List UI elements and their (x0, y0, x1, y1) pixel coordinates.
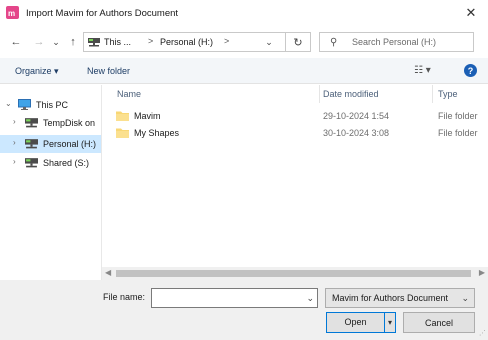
tree-item-label: Personal (H:) (43, 139, 97, 149)
tree-item-shared[interactable]: › Shared (S:) (0, 154, 101, 172)
file-type: File folder (438, 128, 478, 138)
column-divider[interactable] (432, 85, 433, 103)
column-header-type[interactable]: Type (438, 85, 458, 103)
change-view-button[interactable]: ☷ ▾ (414, 65, 431, 76)
search-input[interactable]: Search Personal (H:) (352, 37, 436, 47)
file-name: Mavim (134, 111, 161, 121)
command-bar: Organize ▾ New folder ☷ ▾ ? (0, 58, 488, 84)
scroll-left-arrow-icon[interactable]: ◀ (105, 268, 111, 277)
file-type-value: Mavim for Authors Document (332, 293, 449, 303)
network-drive-icon (88, 38, 100, 47)
tree-item-label: TempDisk on (43, 118, 96, 128)
scrollbar-thumb[interactable] (116, 270, 471, 277)
tree-item-personal[interactable]: › Personal (H:) (0, 135, 101, 153)
network-drive-icon (25, 139, 38, 149)
address-bar[interactable]: This ... > Personal (H:) > ⌄ (83, 32, 311, 52)
file-list: Name Date modified Type Mavim 29-10-2024… (102, 85, 488, 267)
chevron-down-icon[interactable]: ⌄ (306, 293, 314, 304)
dialog-footer: File name: ⌄ Mavim for Authors Document … (0, 280, 488, 340)
file-name-label: File name: (103, 292, 146, 302)
folder-icon (116, 111, 129, 121)
search-box[interactable]: ⚲ Search Personal (H:) (319, 32, 474, 52)
tree-item-label: This PC (36, 100, 69, 110)
organize-button[interactable]: Organize ▾ (15, 66, 59, 77)
computer-icon (18, 99, 31, 110)
close-button[interactable]: ✕ (458, 3, 484, 23)
search-icon: ⚲ (330, 37, 338, 48)
tree-item-this-pc[interactable]: ⌄ This PC (0, 96, 101, 114)
refresh-button[interactable]: ↻ (285, 32, 311, 52)
resize-grip-icon[interactable]: ⋰ (479, 329, 486, 337)
open-options-dropdown[interactable]: ▾ (385, 313, 395, 332)
file-row[interactable]: My Shapes 30-10-2024 3:08 File folder (102, 125, 488, 141)
breadcrumb-personal[interactable]: Personal (H:) (160, 37, 213, 47)
column-divider[interactable] (319, 85, 320, 103)
column-header-name[interactable]: Name (117, 85, 141, 103)
navigation-pane: ⌄ This PC › TempDisk on › Personal (H:) … (0, 85, 101, 280)
file-name-input[interactable]: ⌄ (151, 288, 318, 308)
folder-icon (116, 128, 129, 138)
cancel-button[interactable]: Cancel (403, 312, 475, 333)
tree-item-tempdisk[interactable]: › TempDisk on (0, 114, 101, 132)
new-folder-button[interactable]: New folder (87, 66, 130, 76)
file-date: 29-10-2024 1:54 (323, 111, 390, 121)
help-button[interactable]: ? (464, 64, 477, 77)
recent-locations-button[interactable]: ⌄ (51, 35, 61, 49)
breadcrumb-separator[interactable]: > (148, 36, 153, 46)
tree-item-label: Shared (S:) (43, 158, 90, 168)
file-name: My Shapes (134, 128, 180, 138)
window-title: Import Mavim for Authors Document (26, 8, 179, 19)
file-row[interactable]: Mavim 29-10-2024 1:54 File folder (102, 108, 488, 124)
title-bar: m Import Mavim for Authors Document ✕ (0, 0, 488, 26)
file-date: 30-10-2024 3:08 (323, 128, 390, 138)
collapse-chevron-icon[interactable]: ⌄ (5, 99, 12, 108)
file-type: File folder (438, 111, 478, 121)
mavim-app-icon: m (6, 6, 19, 19)
breadcrumb-separator[interactable]: > (224, 36, 229, 46)
network-drive-icon (25, 158, 38, 168)
navigation-bar: ← → ⌄ ↑ This ... > Personal (H:) > ⌄ ↻ ⚲… (0, 26, 488, 58)
expand-chevron-icon[interactable]: › (13, 117, 16, 126)
column-header-date-modified[interactable]: Date modified (323, 85, 379, 103)
horizontal-scrollbar[interactable]: ◀ ▶ (102, 267, 488, 280)
open-button-label: Open (344, 317, 367, 327)
address-dropdown-button[interactable]: ⌄ (258, 33, 280, 51)
expand-chevron-icon[interactable]: › (13, 157, 16, 166)
svg-text:m: m (8, 9, 15, 18)
chevron-down-icon: ⌄ (461, 293, 469, 303)
open-button[interactable]: Open ▾ (326, 312, 396, 333)
file-type-select[interactable]: Mavim for Authors Document ⌄ (325, 288, 475, 308)
network-drive-icon (25, 118, 38, 128)
up-button[interactable]: ↑ (66, 35, 80, 49)
scroll-right-arrow-icon[interactable]: ▶ (479, 268, 485, 277)
breadcrumb-this-pc[interactable]: This ... (104, 37, 131, 47)
forward-button[interactable]: → (32, 35, 46, 49)
back-button[interactable]: ← (9, 35, 23, 49)
expand-chevron-icon[interactable]: › (13, 138, 16, 147)
